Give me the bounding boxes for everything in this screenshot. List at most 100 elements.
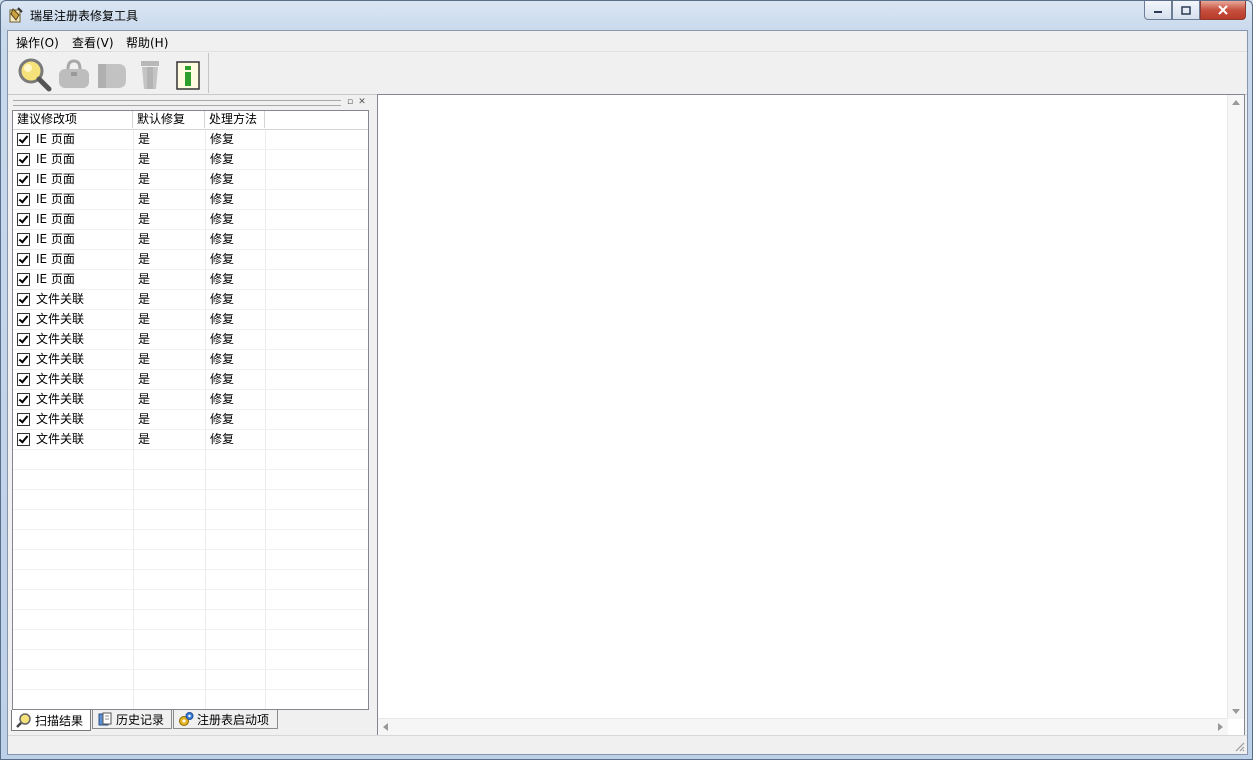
table-row[interactable]: 文件关联 是 修复: [13, 410, 368, 430]
table-row[interactable]: IE 页面 是 修复: [13, 230, 368, 250]
row-checkbox[interactable]: [17, 373, 30, 386]
table-row[interactable]: IE 页面 是 修复: [13, 130, 368, 150]
table-row[interactable]: 文件关联 是 修复: [13, 330, 368, 350]
cell-default: 是: [138, 232, 151, 246]
tab-history[interactable]: 历史记录: [92, 710, 172, 729]
info-button[interactable]: [170, 56, 206, 92]
table-row[interactable]: 文件关联 是 修复: [13, 390, 368, 410]
row-checkbox[interactable]: [17, 173, 30, 186]
table-row[interactable]: 文件关联 是 修复: [13, 290, 368, 310]
empty-row: [13, 630, 368, 650]
empty-row: [13, 590, 368, 610]
cell-method: 修复: [210, 372, 235, 386]
cell-item: 文件关联: [36, 352, 85, 366]
cell-default: 是: [138, 372, 151, 386]
delete-button[interactable]: [132, 56, 168, 92]
row-checkbox[interactable]: [17, 313, 30, 326]
repair-button[interactable]: [56, 56, 92, 92]
table-row[interactable]: 文件关联 是 修复: [13, 310, 368, 330]
empty-row: [13, 650, 368, 670]
row-checkbox[interactable]: [17, 193, 30, 206]
panel-grip[interactable]: [13, 100, 341, 106]
row-checkbox[interactable]: [17, 153, 30, 166]
resize-grip-icon[interactable]: [1233, 740, 1245, 752]
tab-label: 历史记录: [116, 712, 165, 727]
scroll-up-icon[interactable]: [1232, 100, 1240, 105]
minimize-icon: [1154, 11, 1162, 13]
empty-row: [13, 490, 368, 510]
cell-method: 修复: [210, 252, 235, 266]
panel-header: ▫ ✕: [11, 96, 371, 108]
scan-results-panel: ▫ ✕ 建议修改项 默认修复 处理方法 IE 页面是修复 IE 页面是修复 IE 页…: [11, 96, 371, 734]
column-header-method[interactable]: 处理方法: [205, 111, 265, 128]
panel-float-icon[interactable]: ▫: [345, 97, 355, 107]
table-row[interactable]: IE 页面 是 修复: [13, 250, 368, 270]
repair-bag-icon: [59, 59, 89, 88]
cell-item: 文件关联: [36, 432, 85, 446]
scan-button[interactable]: [16, 56, 52, 92]
cell-default: 是: [138, 132, 151, 146]
history-icon: [98, 712, 112, 726]
status-bar: [8, 735, 1247, 754]
cell-default: 是: [138, 212, 151, 226]
minimize-button[interactable]: [1144, 1, 1172, 20]
cell-default: 是: [138, 312, 151, 326]
column-header-default[interactable]: 默认修复: [133, 111, 205, 128]
maximize-button[interactable]: [1172, 1, 1200, 20]
empty-row: [13, 610, 368, 630]
cell-item: 文件关联: [36, 392, 85, 406]
cell-method: 修复: [210, 232, 235, 246]
cell-item: IE 页面: [36, 232, 75, 246]
scroll-right-icon[interactable]: [1218, 723, 1223, 731]
row-checkbox[interactable]: [17, 133, 30, 146]
cell-item: 文件关联: [36, 332, 85, 346]
table-row[interactable]: IE 页面 是 修复: [13, 210, 368, 230]
empty-row: [13, 550, 368, 570]
table-row[interactable]: 文件关联 是 修复: [13, 350, 368, 370]
list-rows: IE 页面是修复 IE 页面是修复 IE 页面是修复 IE 页面是修复 IE 页面是修复…: [13, 130, 368, 709]
detail-pane[interactable]: [377, 94, 1245, 736]
cell-default: 是: [138, 332, 151, 346]
row-checkbox[interactable]: [17, 333, 30, 346]
results-list[interactable]: 建议修改项 默认修复 处理方法 IE 页面是修复 IE 页面是修复 IE 页面是修复…: [12, 110, 369, 710]
table-row[interactable]: 文件关联 是 修复: [13, 430, 368, 450]
window-title: 瑞星注册表修复工具: [30, 9, 139, 23]
horizontal-scrollbar[interactable]: [378, 718, 1228, 735]
cell-default: 是: [138, 152, 151, 166]
close-button[interactable]: [1200, 1, 1246, 20]
menu-help[interactable]: 帮助(H): [126, 34, 168, 51]
row-checkbox[interactable]: [17, 253, 30, 266]
cell-item: IE 页面: [36, 172, 75, 186]
backup-button[interactable]: [94, 56, 130, 92]
row-checkbox[interactable]: [17, 433, 30, 446]
table-row[interactable]: IE 页面 是 修复: [13, 270, 368, 290]
row-checkbox[interactable]: [17, 213, 30, 226]
table-row[interactable]: 文件关联 是 修复: [13, 370, 368, 390]
cell-method: 修复: [210, 192, 235, 206]
tab-scan-results[interactable]: 扫描结果: [11, 710, 91, 731]
scroll-left-icon[interactable]: [383, 723, 388, 731]
row-checkbox[interactable]: [17, 413, 30, 426]
table-row[interactable]: IE 页面 是 修复: [13, 150, 368, 170]
row-checkbox[interactable]: [17, 353, 30, 366]
row-checkbox[interactable]: [17, 233, 30, 246]
info-icon: [176, 61, 200, 90]
vertical-scrollbar[interactable]: [1227, 95, 1244, 719]
row-checkbox[interactable]: [17, 273, 30, 286]
toolbar: [8, 52, 1247, 95]
empty-row: [13, 530, 368, 550]
gears-icon: [179, 712, 194, 726]
table-row[interactable]: IE 页面 是 修复: [13, 170, 368, 190]
tab-startup-items[interactable]: 注册表启动项: [173, 710, 278, 729]
scroll-down-icon[interactable]: [1232, 709, 1240, 714]
cell-item: IE 页面: [36, 272, 75, 286]
row-checkbox[interactable]: [17, 393, 30, 406]
table-row[interactable]: IE 页面 是 修复: [13, 190, 368, 210]
list-header: 建议修改项 默认修复 处理方法: [13, 111, 368, 130]
row-checkbox[interactable]: [17, 293, 30, 306]
menu-view[interactable]: 查看(V): [72, 34, 114, 51]
column-header-item[interactable]: 建议修改项: [13, 111, 133, 128]
panel-close-icon[interactable]: ✕: [357, 97, 367, 107]
maximize-icon: [1181, 5, 1191, 15]
menu-operate[interactable]: 操作(O): [16, 34, 59, 51]
